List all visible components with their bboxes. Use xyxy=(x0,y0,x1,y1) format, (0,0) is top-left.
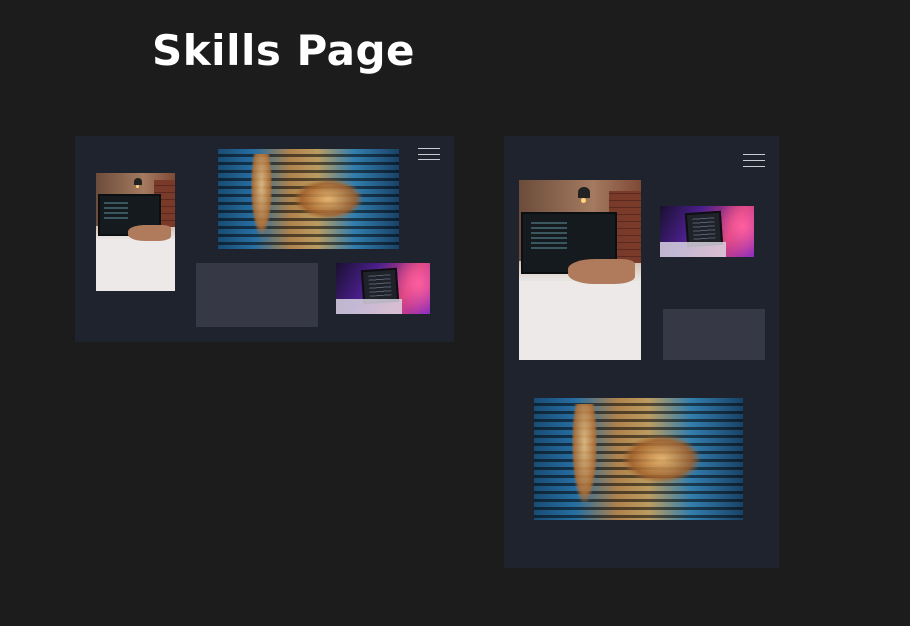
page-title: Skills Page xyxy=(152,26,416,75)
neon-laptop-photo xyxy=(660,206,754,257)
code-projection-hands-photo xyxy=(534,398,743,520)
desk-workstation-photo xyxy=(96,173,175,291)
neon-laptop-photo xyxy=(336,263,430,314)
hamburger-menu-icon[interactable] xyxy=(418,148,440,160)
code-projection-hands-photo xyxy=(218,149,399,249)
placeholder-block xyxy=(196,263,318,327)
mobile-layout-frame xyxy=(504,136,779,568)
placeholder-block xyxy=(663,309,765,360)
hamburger-menu-icon[interactable] xyxy=(743,154,765,167)
desktop-layout-frame xyxy=(75,136,454,342)
desk-workstation-photo xyxy=(519,180,641,360)
